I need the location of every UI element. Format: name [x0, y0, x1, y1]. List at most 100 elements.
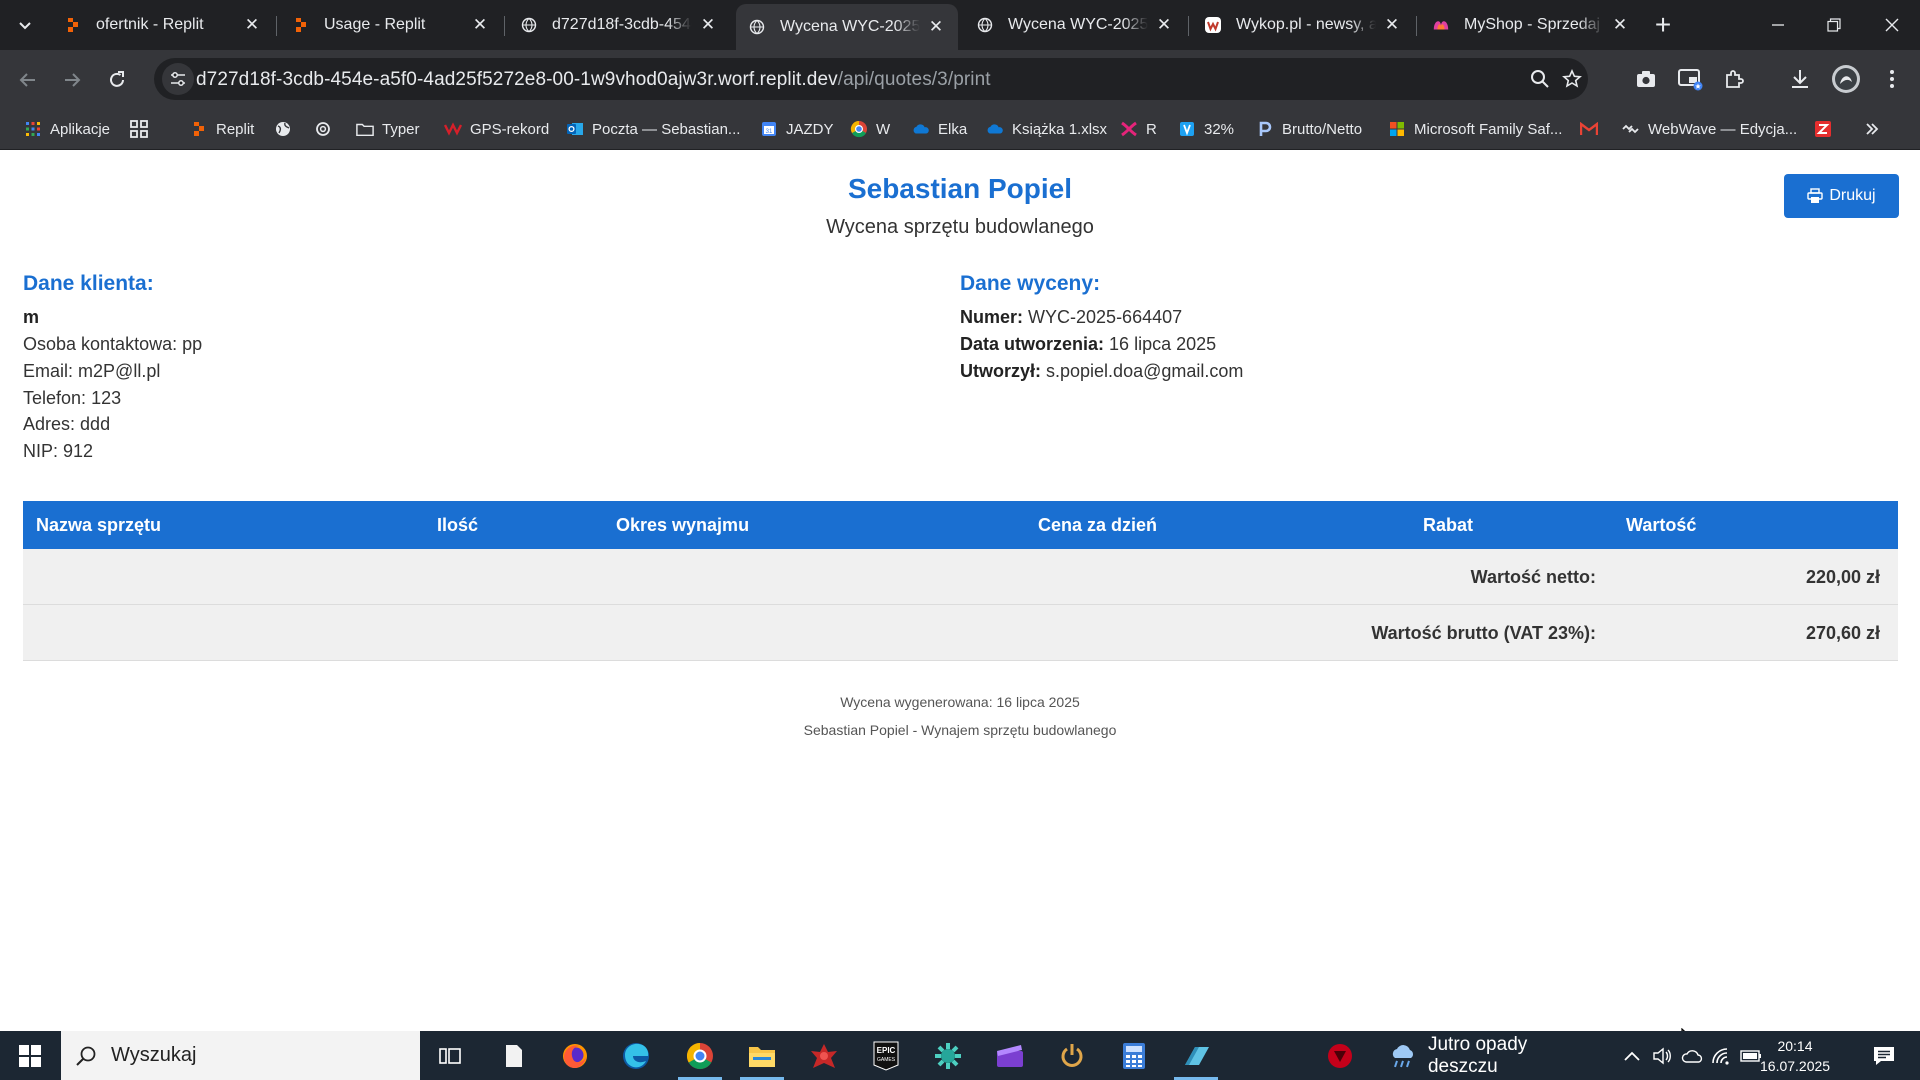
url-text[interactable]: d727d18f-3cdb-454e-a5f0-4ad25f5272e8-00-… — [196, 69, 991, 91]
svg-text:EPIC: EPIC — [877, 1046, 896, 1055]
reload-button[interactable] — [101, 64, 133, 96]
bookmark-z[interactable] — [1814, 116, 1840, 142]
tab-title: Usage - Replit — [324, 16, 426, 33]
minimize-icon — [1772, 24, 1784, 26]
bookmark-gmail[interactable] — [1580, 116, 1606, 142]
bookmark-32[interactable]: 32% — [1178, 116, 1234, 142]
bookmark-replit[interactable]: Replit — [190, 116, 254, 142]
bookmark-grid[interactable] — [130, 116, 156, 142]
bookmark-label: R — [1146, 120, 1157, 138]
taskbar-notepad[interactable] — [488, 1031, 540, 1080]
taskbar-epic-games[interactable]: EPIC GAMES — [860, 1031, 912, 1080]
bookmark-label: Aplikacje — [50, 120, 111, 138]
bookmark-openai[interactable] — [314, 116, 340, 142]
antivirus-tray[interactable] — [1318, 1031, 1362, 1080]
site-info-button[interactable] — [162, 63, 194, 95]
start-button[interactable] — [0, 1031, 60, 1080]
bookmark-globe[interactable] — [274, 116, 300, 142]
bookmark-gps-rekord[interactable]: GPS-rekord — [444, 116, 549, 142]
print-button-label: Drukuj — [1829, 187, 1876, 204]
client-address-label: Adres: — [23, 414, 76, 434]
close-tab-icon[interactable]: ✕ — [698, 15, 718, 35]
taskbar-teal-app[interactable] — [922, 1031, 974, 1080]
camera-extension-icon[interactable] — [1630, 63, 1662, 95]
extensions-icon[interactable] — [1718, 63, 1750, 95]
taskbar-file-explorer[interactable] — [736, 1031, 788, 1080]
tab-wycena-active[interactable]: Wycena WYC-2025-664407 ✕ — [736, 4, 958, 50]
taskbar-edge[interactable] — [610, 1031, 662, 1080]
tab-separator — [504, 16, 505, 36]
close-tab-icon[interactable]: ✕ — [1154, 15, 1174, 35]
close-window-button[interactable] — [1864, 0, 1920, 50]
zoom-icon[interactable] — [1528, 67, 1552, 91]
minimize-button[interactable] — [1750, 0, 1806, 50]
onedrive-tray[interactable] — [1678, 1031, 1706, 1080]
weather-widget[interactable]: Jutro opady deszczu — [1388, 1031, 1602, 1080]
file-icon — [506, 1044, 522, 1067]
close-tab-icon[interactable]: ✕ — [1610, 15, 1630, 35]
bookmark-folder-typer[interactable]: Typer — [356, 116, 420, 142]
new-tab-button[interactable]: + — [1646, 9, 1680, 41]
taskbar-search-box[interactable]: Wyszukaj — [61, 1031, 420, 1080]
profile-avatar[interactable] — [1830, 63, 1862, 95]
address-bar[interactable]: d727d18f-3cdb-454e-a5f0-4ad25f5272e8-00-… — [154, 58, 1588, 100]
taskbar-firefox[interactable] — [549, 1031, 601, 1080]
quote-author: Utworzył: s.popiel.doa@gmail.com — [960, 361, 1243, 382]
tab-usage[interactable]: Usage - Replit ✕ — [280, 6, 502, 44]
download-icon[interactable] — [1784, 63, 1816, 95]
bookmark-webwave[interactable]: WebWave — Edycja... — [1622, 116, 1797, 142]
task-view-button[interactable] — [424, 1031, 476, 1080]
close-tab-icon[interactable]: ✕ — [470, 15, 490, 35]
taskbar-calculator[interactable] — [1108, 1031, 1160, 1080]
tray-overflow-button[interactable] — [1618, 1031, 1646, 1080]
bookmark-brutto-netto[interactable]: Brutto/Netto — [1256, 116, 1362, 142]
taskbar-clapper-app[interactable] — [984, 1031, 1036, 1080]
tab-wykop[interactable]: Wykop.pl - newsy, aktualności ✕ — [1192, 6, 1414, 44]
tab-strip: ofertnik - Replit ✕ Usage - Replit ✕ d72… — [0, 0, 1920, 50]
close-tab-icon[interactable]: ✕ — [242, 15, 262, 35]
menu-icon[interactable] — [1876, 63, 1908, 95]
close-tab-icon[interactable]: ✕ — [1382, 15, 1402, 35]
forward-button[interactable] — [56, 64, 88, 96]
bookmarks-bar: Aplikacje Replit Typer GPS-rekord Poczta… — [0, 108, 1920, 150]
taskbar-clock[interactable]: 20:14 16.07.2025 — [1760, 1036, 1830, 1076]
taskbar-red-app[interactable] — [798, 1031, 850, 1080]
antivirus-icon — [1328, 1043, 1352, 1068]
quote-author-label: Utworzył: — [960, 361, 1041, 381]
volume-button[interactable] — [1648, 1031, 1676, 1080]
client-nip-value: 912 — [63, 441, 94, 461]
bookmark-star-icon[interactable] — [1560, 67, 1584, 91]
bookmarks-overflow-button[interactable] — [1864, 116, 1880, 142]
document-subtitle: Wycena sprzętu budowlanego — [826, 216, 1094, 238]
network-button[interactable] — [1708, 1031, 1736, 1080]
notifications-button[interactable] — [1864, 1031, 1904, 1080]
restore-button[interactable] — [1806, 0, 1862, 50]
bookmark-elka[interactable]: Elka — [912, 116, 967, 142]
taskbar-chrome[interactable] — [674, 1031, 726, 1080]
tab-wycena-2[interactable]: Wycena WYC-2025-1 ✕ — [964, 6, 1186, 44]
tab-ofertnik[interactable]: ofertnik - Replit ✕ — [52, 6, 274, 44]
bookmark-poczta[interactable]: Poczta — Sebastian... — [566, 116, 740, 142]
picture-in-picture-icon[interactable] — [1674, 63, 1706, 95]
client-phone-value: 123 — [91, 388, 122, 408]
tab-search-button[interactable] — [8, 9, 42, 41]
bookmark-r[interactable]: R — [1120, 116, 1157, 142]
bookmark-label: Brutto/Netto — [1282, 120, 1363, 138]
bookmark-w[interactable]: W — [850, 116, 890, 142]
tab-myshop[interactable]: MyShop - Sprzedaj to ✕ — [1420, 6, 1642, 44]
items-table: Nazwa sprzętu Ilość Okres wynajmu Cena z… — [23, 501, 1898, 661]
close-tab-icon[interactable]: ✕ — [926, 17, 946, 37]
taskbar-snip-app[interactable] — [1170, 1031, 1222, 1080]
arrow-left-icon — [19, 73, 35, 87]
tab-replit-dev[interactable]: d727d18f-3cdb-454e-a5f0 ✕ — [508, 6, 730, 44]
print-button[interactable]: Drukuj — [1784, 174, 1899, 218]
bookmark-ms-family[interactable]: Microsoft Family Saf... — [1388, 116, 1562, 142]
close-icon — [1885, 18, 1899, 32]
back-button[interactable] — [12, 64, 44, 96]
bookmark-aplikacje[interactable]: Aplikacje — [24, 116, 110, 142]
bookmark-jazdy[interactable]: 31 JAZDY — [760, 116, 834, 142]
taskbar-power-app[interactable] — [1046, 1031, 1098, 1080]
chevron-up-icon — [1624, 1051, 1640, 1061]
tab-separator — [1188, 16, 1189, 36]
bookmark-ksiazka[interactable]: Książka 1.xlsx — [986, 116, 1107, 142]
